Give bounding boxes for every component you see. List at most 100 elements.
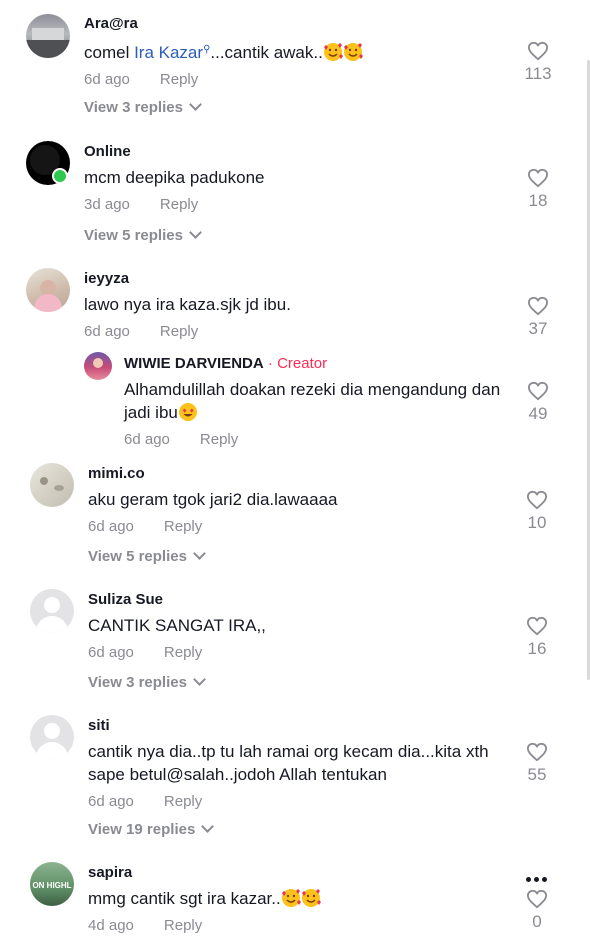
like-count: 0: [532, 912, 542, 931]
avatar[interactable]: ON HIGHL: [30, 862, 74, 906]
comment-meta: 6d ago Reply: [84, 70, 504, 90]
view-replies-label: View 5 replies: [84, 227, 183, 244]
comment-text-prefix: comel: [84, 43, 135, 62]
like-count: 113: [524, 64, 552, 83]
like-count: 49: [528, 404, 548, 423]
like-button[interactable]: 10: [517, 490, 557, 534]
chevron-down-icon: [193, 673, 206, 686]
comment-username[interactable]: mimi.co: [88, 464, 508, 484]
comment-time: 6d ago: [84, 323, 130, 340]
like-count: 55: [527, 765, 547, 784]
comment-meta: 6d ago Reply: [88, 792, 503, 812]
avatar[interactable]: [26, 141, 70, 185]
comment-text: comel Ira Kazar⚲...cantik awak..: [84, 38, 504, 64]
comment-text: CANTIK SANGAT IRA,,: [88, 616, 266, 635]
comment-text: mcm deepika padukone: [84, 168, 265, 187]
comment-meta: 6d ago Reply: [88, 517, 508, 537]
comment-meta: 6d ago Reply: [88, 643, 508, 663]
comment-meta: 3d ago Reply: [84, 195, 504, 215]
smiling-face-with-hearts-emoji: [281, 889, 301, 907]
chevron-down-icon: [193, 547, 206, 560]
comment-meta: 6d ago Reply: [84, 322, 504, 342]
heart-eyes-emoji: [178, 403, 197, 421]
comment-meta: 4d ago Reply: [88, 916, 508, 936]
comment-username[interactable]: Online: [84, 142, 504, 162]
like-count: 18: [528, 191, 548, 210]
avatar[interactable]: [26, 268, 70, 312]
heart-icon: [527, 742, 547, 762]
like-button[interactable]: 55: [517, 742, 557, 786]
view-replies-button[interactable]: View 19 replies: [88, 820, 215, 840]
avatar[interactable]: [30, 463, 74, 507]
view-replies-button[interactable]: View 5 replies: [84, 226, 202, 246]
comment-time: 3d ago: [84, 196, 130, 213]
reply-button[interactable]: Reply: [164, 518, 202, 535]
comment-text: lawo nya ira kaza.sjk jd ibu.: [84, 295, 291, 314]
comment-time: 6d ago: [88, 644, 134, 661]
comment-time: 6d ago: [84, 71, 130, 88]
comment-username[interactable]: Ara@ra: [84, 14, 504, 34]
heart-icon: [527, 889, 547, 909]
avatar[interactable]: [84, 352, 112, 380]
comment-username[interactable]: Suliza Sue: [88, 590, 508, 610]
like-count: 16: [527, 639, 547, 658]
reply-username-label: WIWIE DARVIENDA: [124, 355, 264, 372]
heart-icon: [528, 168, 548, 188]
reply-button[interactable]: Reply: [160, 323, 198, 340]
avatar-text: ON HIGHL: [32, 881, 72, 890]
like-button[interactable]: 18: [518, 168, 558, 212]
comment-username[interactable]: siti: [88, 716, 503, 736]
comment-username[interactable]: ieyyza: [84, 269, 504, 289]
comment-time: 6d ago: [88, 793, 134, 810]
reply-button[interactable]: Reply: [160, 71, 198, 88]
heart-icon: [527, 616, 547, 636]
mention-link[interactable]: Ira Kazar: [134, 43, 203, 62]
smiling-face-with-hearts-emoji: [323, 43, 343, 61]
comment-time: 4d ago: [88, 917, 134, 934]
reply-username[interactable]: WIWIE DARVIENDA · Creator: [124, 354, 504, 374]
smiling-face-with-hearts-emoji: [301, 889, 321, 907]
comment-time: 6d ago: [88, 518, 134, 535]
heart-icon: [528, 296, 548, 316]
avatar[interactable]: [26, 14, 70, 58]
reply-button[interactable]: Reply: [164, 793, 202, 810]
view-replies-label: View 5 replies: [88, 548, 187, 565]
comment-text: mmg cantik sgt ira kazar..: [88, 887, 508, 910]
chevron-down-icon: [189, 98, 202, 111]
reply-time: 6d ago: [124, 431, 170, 448]
chevron-down-icon: [201, 820, 215, 833]
view-replies-label: View 19 replies: [88, 821, 196, 838]
avatar[interactable]: [30, 715, 74, 759]
like-button[interactable]: 37: [518, 296, 558, 340]
heart-icon: [528, 41, 548, 61]
avatar[interactable]: [30, 589, 74, 633]
view-replies-label: View 3 replies: [84, 99, 183, 116]
comment-text: aku geram tgok jari2 dia.lawaaaa: [88, 490, 338, 509]
reply-button[interactable]: Reply: [160, 196, 198, 213]
heart-icon: [528, 381, 548, 401]
comment-text-label: mmg cantik sgt ira kazar..: [88, 889, 281, 908]
comment-text: cantik nya dia..tp tu lah ramai org keca…: [88, 742, 489, 784]
reply-button[interactable]: Reply: [164, 917, 202, 934]
more-options-icon[interactable]: [526, 869, 552, 882]
like-button[interactable]: 0: [517, 889, 557, 933]
reply-text: Alhamdulillah doakan rezeki dia mengandu…: [124, 378, 504, 424]
like-button[interactable]: 49: [518, 381, 558, 425]
like-count: 37: [528, 319, 548, 338]
view-replies-button[interactable]: View 3 replies: [84, 98, 202, 118]
comment-text-suffix: ...cantik awak..: [210, 43, 323, 62]
reply-button[interactable]: Reply: [200, 431, 238, 448]
chevron-down-icon: [189, 226, 202, 239]
view-replies-button[interactable]: View 3 replies: [88, 673, 206, 693]
view-replies-button[interactable]: View 5 replies: [88, 547, 206, 567]
heart-icon: [527, 490, 547, 510]
view-replies-label: View 3 replies: [88, 674, 187, 691]
like-button[interactable]: 16: [517, 616, 557, 660]
comment-username[interactable]: sapira: [88, 863, 508, 883]
like-button[interactable]: 113: [518, 41, 558, 85]
reply-button[interactable]: Reply: [164, 644, 202, 661]
like-count: 10: [527, 513, 547, 532]
online-indicator: [52, 168, 68, 184]
reply-meta: 6d ago Reply: [124, 430, 504, 450]
creator-badge: · Creator: [263, 355, 328, 372]
